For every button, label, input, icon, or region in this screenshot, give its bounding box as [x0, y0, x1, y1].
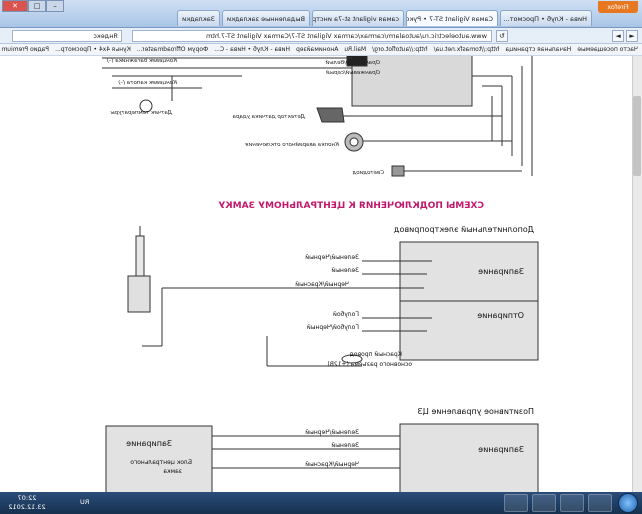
firefox-menu-button[interactable]: Firefox: [598, 1, 638, 13]
section-title: СХЕМЫ ПОДКЛЮЧЕНИЯ К ЦЕНТРАЛЬНОМУ ЗАМКУ: [218, 201, 484, 211]
clock[interactable]: 22:07 23.12.2012: [2, 494, 52, 512]
label-led: Светодиод: [352, 170, 384, 176]
bookmark-item[interactable]: Радио Premium: [1, 44, 49, 55]
bookmark-item[interactable]: Форум Offroadmaster...: [137, 44, 208, 55]
lock-label-3: Запирание: [126, 439, 172, 448]
central-block-label-2: замка: [163, 468, 182, 475]
bookmark-item[interactable]: http://autoflot.org/: [372, 44, 427, 55]
tab-deleted-bookmarks[interactable]: Выдаленные закладки: [221, 10, 310, 26]
wire-green-black: Зеленый/Черный: [305, 254, 359, 261]
bookmark-item[interactable]: Анонимайзер: [296, 44, 338, 55]
label-orange-white: Оранжевый/белый: [325, 60, 380, 66]
minimize-button[interactable]: –: [46, 0, 64, 12]
wire-blue-black: Голубой/Черный: [307, 324, 359, 331]
wire-black-red-2: Черный/Красный: [305, 461, 359, 468]
wire-green-2: Зеленый: [331, 442, 359, 449]
shock-sensor-icon: [316, 107, 345, 123]
wiring-diagram: Оранжевый/белый Оранжевый/серый Концевик…: [102, 56, 539, 492]
tab-search[interactable]: caмая vigilant st-7a инструкция...: [312, 10, 404, 26]
bookmark-item[interactable]: Нива - Клуб • Нива - С...: [214, 44, 290, 55]
wire-green-black-2: Зеленый/Черный: [305, 429, 359, 436]
search-input[interactable]: Яндекс: [12, 30, 122, 42]
wire-black-red: Черный/Красный: [295, 281, 349, 288]
start-button[interactable]: [618, 493, 638, 513]
clock-time: 22:07: [17, 494, 37, 502]
tab-carmax-manual[interactable]: Caмая Vigilant ST-7 • Руководство...: [406, 10, 498, 26]
lock-label: Запирание: [478, 267, 524, 276]
red-wire-label: Красный провод: [350, 351, 402, 358]
led-icon: [391, 165, 405, 177]
clock-date: 23.12.2012: [8, 503, 46, 511]
label-orange-gray: Оранжевый/серый: [326, 70, 380, 76]
window-controls: – □ ✕: [2, 0, 64, 12]
taskbar: RU 22:07 23.12.2012: [0, 492, 642, 514]
bookmark-item[interactable]: Mail.Ru: [344, 44, 366, 55]
address-bar[interactable]: www.autoelectric.ru/autoalarm/carmax/car…: [132, 30, 492, 42]
reload-icon[interactable]: ↻: [496, 30, 508, 42]
close-button[interactable]: ✕: [2, 0, 28, 12]
back-icon[interactable]: ◄: [626, 30, 638, 42]
label-hood-switch: Концевик капота (–): [118, 80, 177, 86]
page-content[interactable]: Оранжевый/белый Оранжевый/серый Концевик…: [0, 56, 642, 492]
browser-titlebar: Firefox Нива - Клуб • Просмот... Caмая V…: [0, 0, 642, 28]
wire-blue: Голубой: [333, 311, 359, 318]
scrollbar-thumb[interactable]: [633, 96, 641, 176]
taskbar-app-media[interactable]: [504, 494, 528, 512]
bookmark-item[interactable]: Начальная страница: [506, 44, 572, 55]
bookmark-item[interactable]: http://tomasfx.net.ua/: [434, 44, 500, 55]
bookmark-item[interactable]: Часто посещаемые: [577, 44, 638, 55]
mirrored-screen: Firefox Нива - Клуб • Просмот... Caмая V…: [0, 0, 642, 514]
bookmarks-toolbar: Часто посещаемые Начальная страница http…: [0, 44, 642, 56]
positive-control-block: [399, 423, 539, 492]
lock-label-2: Запирание: [478, 445, 524, 454]
taskbar-app-explorer[interactable]: [532, 494, 556, 512]
central-block-label: Блок центрального: [130, 459, 192, 466]
maximize-button[interactable]: □: [28, 0, 46, 12]
label-trunk-switch: Концевик багажника (–): [106, 58, 177, 64]
label-emergency-button: Кнопка аварийного отключения: [245, 142, 339, 148]
lock-actuator-icon: [127, 275, 151, 313]
tab-bookmarks[interactable]: Закладки: [177, 10, 220, 26]
unlock-label: Отпирание: [477, 311, 524, 320]
positive-control-title: Позитивное управление ЦЗ: [418, 407, 534, 416]
tab-niva-club[interactable]: Нива - Клуб • Просмот...: [500, 10, 592, 26]
language-indicator[interactable]: RU: [80, 498, 89, 506]
tab-strip: Нива - Клуб • Просмот... Caмая Vigilant …: [177, 10, 592, 26]
label-shock-detector: Детектор датчика удара: [232, 114, 306, 120]
wire-green: Зеленый: [331, 267, 359, 274]
label-temp-sensor: Датчик температуры: [110, 110, 173, 116]
taskbar-app-firefox[interactable]: [588, 494, 612, 512]
bookmark-item[interactable]: Кунья 4x4 • Просмотр...: [55, 44, 131, 55]
taskbar-app-ie[interactable]: [560, 494, 584, 512]
forward-icon[interactable]: ►: [612, 30, 624, 42]
actuator-title: Дополнительный электропривод: [393, 225, 534, 234]
navigation-bar: ◄ ► ↻ www.autoelectric.ru/autoalarm/carm…: [0, 28, 642, 44]
red-wire-label-2: основного разъема (+12В): [327, 361, 412, 368]
vertical-scrollbar[interactable]: [632, 56, 642, 492]
